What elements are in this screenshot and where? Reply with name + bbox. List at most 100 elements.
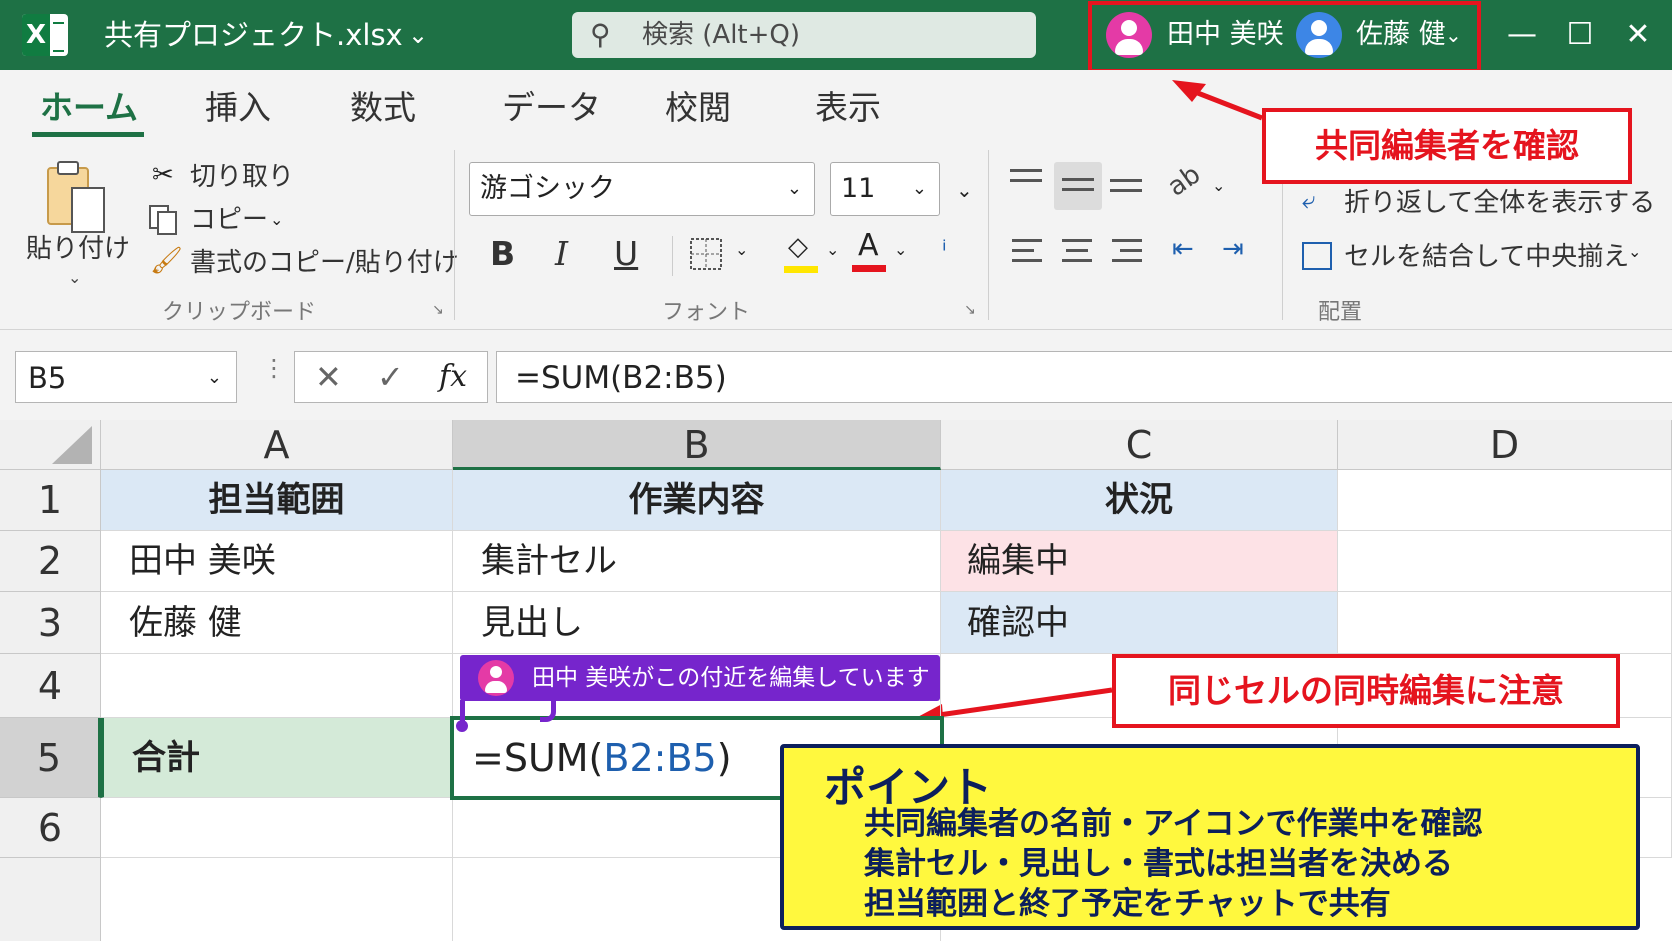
search-icon: ⚲ bbox=[590, 18, 611, 51]
phonetic-guide-icon[interactable]: ⁱ bbox=[942, 236, 947, 266]
chevron-down-icon[interactable]: ⌄ bbox=[408, 14, 428, 56]
paste-button[interactable] bbox=[42, 158, 110, 238]
cell-a2[interactable]: 田中 美咲 bbox=[101, 531, 453, 592]
cell-b1[interactable]: 作業内容 bbox=[453, 470, 941, 531]
cell-a7[interactable] bbox=[101, 858, 453, 941]
name-box[interactable]: B5 ⌄ bbox=[15, 351, 237, 403]
tab-home[interactable]: ホーム bbox=[40, 84, 138, 132]
font-name-dropdown[interactable]: 游ゴシック ⌄ bbox=[469, 162, 815, 216]
chevron-down-icon: ⌄ bbox=[911, 178, 927, 199]
cell-d2[interactable] bbox=[1338, 531, 1672, 592]
collaborator-avatar-tanaka[interactable] bbox=[1106, 12, 1152, 58]
formula-suffix: ) bbox=[716, 736, 732, 780]
chevron-down-icon[interactable]: ⌄ bbox=[826, 240, 839, 259]
align-right-icon[interactable] bbox=[1112, 232, 1152, 272]
cell-c3[interactable]: 確認中 bbox=[941, 592, 1338, 654]
formula-input[interactable]: =SUM(B2:B5) bbox=[496, 351, 1672, 403]
formula-prefix: =SUM( bbox=[472, 736, 604, 780]
document-title[interactable]: 共有プロジェクト.xlsx bbox=[104, 14, 403, 56]
dialog-launcher-icon[interactable]: ↘ bbox=[432, 302, 444, 318]
tab-review[interactable]: 校閲 bbox=[665, 84, 731, 132]
name-box-value: B5 bbox=[28, 361, 67, 395]
cell-c1[interactable]: 状況 bbox=[941, 470, 1338, 531]
format-painter-button[interactable]: 書式のコピー/貼り付け bbox=[190, 246, 459, 280]
align-left-icon[interactable] bbox=[1012, 232, 1052, 272]
cut-button[interactable]: 切り取り bbox=[190, 160, 294, 194]
row-header-3[interactable]: 3 bbox=[0, 592, 101, 654]
row-header-5[interactable]: 5 bbox=[0, 718, 101, 798]
font-color-icon[interactable]: A bbox=[852, 228, 886, 272]
same-cell-callout: 同じセルの同時編集に注意 bbox=[1112, 654, 1620, 728]
select-all-button[interactable] bbox=[0, 420, 101, 470]
cell-d1[interactable] bbox=[1338, 470, 1672, 531]
paste-label[interactable]: 貼り付け bbox=[26, 232, 130, 266]
row-header-7[interactable] bbox=[0, 858, 101, 941]
enter-check-icon[interactable]: ✓ bbox=[377, 352, 404, 402]
decrease-indent-icon[interactable]: ⇤ bbox=[1172, 234, 1194, 264]
chevron-down-icon[interactable]: ⌄ bbox=[1445, 14, 1462, 56]
point-line-2: 集計セル・見出し・書式は担当者を決める bbox=[864, 846, 1453, 882]
cell-a5[interactable]: 合計 bbox=[101, 718, 453, 798]
borders-icon[interactable] bbox=[690, 238, 722, 270]
search-box[interactable]: ⚲ 検索 (Alt+Q) bbox=[572, 12, 1036, 58]
collaborator-avatar-sato[interactable] bbox=[1296, 12, 1342, 58]
row-header-6[interactable]: 6 bbox=[0, 798, 101, 858]
tab-data[interactable]: データ bbox=[502, 84, 601, 132]
chevron-down-icon[interactable]: ⌄ bbox=[735, 240, 748, 259]
chevron-down-icon[interactable]: ⌄ bbox=[270, 203, 283, 237]
maximize-icon[interactable]: ☐ bbox=[1556, 10, 1604, 60]
column-header-b[interactable]: B bbox=[453, 420, 941, 470]
cell-a3[interactable]: 佐藤 健 bbox=[101, 592, 453, 654]
close-icon[interactable]: ✕ bbox=[1614, 10, 1662, 60]
column-header-d[interactable]: D bbox=[1338, 420, 1672, 470]
formula-buttons: ✕ ✓ fx bbox=[294, 351, 488, 403]
cell-a1[interactable]: 担当範囲 bbox=[101, 470, 453, 531]
column-header-a[interactable]: A bbox=[101, 420, 453, 470]
cell-b3[interactable]: 見出し bbox=[453, 592, 941, 654]
splitter-icon[interactable]: ⋮ bbox=[262, 354, 286, 382]
cell-a4[interactable] bbox=[101, 654, 453, 718]
increase-indent-icon[interactable]: ⇥ bbox=[1222, 234, 1244, 264]
italic-button[interactable]: I bbox=[555, 234, 568, 273]
font-size-dropdown[interactable]: 11 ⌄ bbox=[830, 162, 940, 216]
row-header-4[interactable]: 4 bbox=[0, 654, 101, 718]
format-painter-icon: 🖌 bbox=[150, 246, 184, 276]
align-bottom-icon[interactable] bbox=[1110, 172, 1150, 212]
minimize-icon[interactable]: — bbox=[1498, 10, 1546, 60]
cell-b2[interactable]: 集計セル bbox=[453, 531, 941, 592]
row-header-2[interactable]: 2 bbox=[0, 531, 101, 592]
align-center-icon[interactable] bbox=[1062, 232, 1102, 272]
cell-d3[interactable] bbox=[1338, 592, 1672, 654]
tab-insert[interactable]: 挿入 bbox=[205, 84, 271, 132]
chevron-down-icon[interactable]: ⌄ bbox=[68, 268, 81, 287]
fill-color-icon[interactable]: ◇ bbox=[784, 232, 818, 273]
chevron-down-icon[interactable]: ⌄ bbox=[956, 178, 973, 202]
tab-view[interactable]: 表示 bbox=[815, 84, 881, 132]
wrap-text-button[interactable]: 折り返して全体を表示する bbox=[1344, 186, 1655, 220]
insert-function-icon[interactable]: fx bbox=[439, 352, 467, 402]
bold-button[interactable]: B bbox=[490, 234, 515, 273]
chevron-down-icon[interactable]: ⌄ bbox=[1628, 242, 1641, 261]
collaborator-name[interactable]: 佐藤 健 bbox=[1356, 14, 1446, 56]
font-size-value: 11 bbox=[841, 173, 876, 204]
point-line-1: 共同編集者の名前・アイコンで作業中を確認 bbox=[864, 806, 1483, 842]
align-middle-icon[interactable] bbox=[1054, 162, 1102, 210]
row-header-1[interactable]: 1 bbox=[0, 470, 101, 531]
chevron-down-icon[interactable]: ⌄ bbox=[1212, 176, 1225, 195]
column-header-c[interactable]: C bbox=[941, 420, 1338, 470]
copy-button[interactable]: コピー bbox=[190, 203, 268, 237]
cell-a6[interactable] bbox=[101, 798, 453, 858]
align-top-icon[interactable] bbox=[1010, 162, 1050, 202]
cancel-icon[interactable]: ✕ bbox=[315, 352, 342, 402]
underline-button[interactable]: U bbox=[614, 234, 638, 273]
wrap-text-icon: ⤶ bbox=[1302, 186, 1316, 214]
cell-c2[interactable]: 編集中 bbox=[941, 531, 1338, 592]
search-placeholder: 検索 (Alt+Q) bbox=[642, 20, 801, 50]
copy-icon bbox=[148, 204, 178, 235]
chevron-down-icon[interactable]: ⌄ bbox=[894, 240, 907, 259]
dialog-launcher-icon[interactable]: ↘ bbox=[964, 302, 976, 318]
merge-center-button[interactable]: セルを結合して中央揃え bbox=[1344, 240, 1629, 274]
collaborator-name[interactable]: 田中 美咲 bbox=[1167, 14, 1284, 56]
tab-formulas[interactable]: 数式 bbox=[350, 84, 416, 132]
active-tab-indicator bbox=[32, 132, 144, 137]
